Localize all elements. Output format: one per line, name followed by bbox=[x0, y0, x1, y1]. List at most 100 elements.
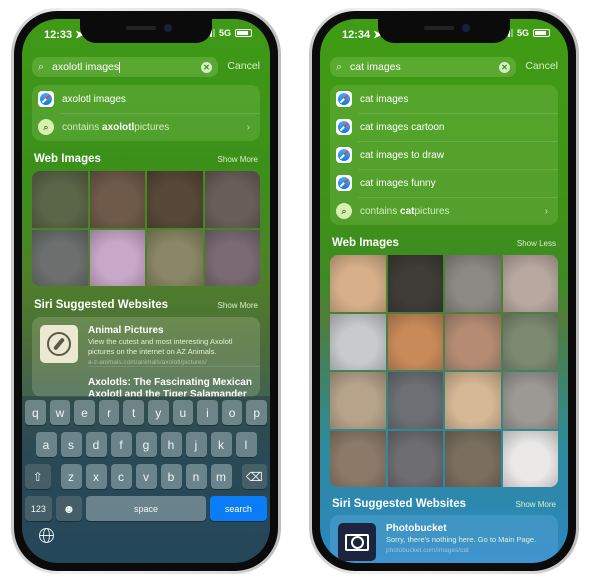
web-image-thumbnail[interactable] bbox=[387, 255, 443, 312]
safari-icon bbox=[336, 147, 352, 163]
suggestion-term: axolotl bbox=[102, 121, 135, 133]
web-image-thumbnail[interactable] bbox=[89, 171, 145, 228]
space-key[interactable]: space bbox=[86, 496, 206, 521]
suggestion-prefix: contains bbox=[62, 121, 100, 133]
key-h[interactable]: h bbox=[160, 432, 182, 457]
web-image-thumbnail[interactable] bbox=[89, 229, 145, 286]
show-more-websites-button[interactable]: Show More bbox=[516, 500, 556, 509]
cancel-button[interactable]: Cancel bbox=[525, 60, 558, 72]
cancel-button[interactable]: Cancel bbox=[227, 60, 260, 72]
web-image-thumbnail[interactable] bbox=[502, 372, 558, 429]
key-k[interactable]: k bbox=[210, 432, 232, 457]
phone-cat-search: 12:34 ➤ 5G ⌕ cat images ✕ Cancel cat ima… bbox=[309, 8, 579, 574]
web-image-thumbnail[interactable] bbox=[330, 313, 386, 370]
web-image-thumbnail[interactable] bbox=[204, 229, 260, 286]
key-z[interactable]: z bbox=[60, 464, 82, 489]
key-g[interactable]: g bbox=[135, 432, 157, 457]
suggestions-list: axolotl images ⌕ contains axolotl pictur… bbox=[32, 85, 260, 141]
web-image-thumbnail[interactable] bbox=[502, 313, 558, 370]
emoji-key[interactable]: ☻ bbox=[55, 496, 83, 521]
web-image-thumbnail[interactable] bbox=[147, 229, 203, 286]
key-u[interactable]: u bbox=[172, 400, 194, 425]
suggestion-item[interactable]: cat images bbox=[330, 85, 558, 113]
key-x[interactable]: x bbox=[85, 464, 107, 489]
key-r[interactable]: r bbox=[98, 400, 120, 425]
suggestion-text: cat images bbox=[360, 93, 409, 105]
notch bbox=[378, 19, 510, 43]
web-image-thumbnail[interactable] bbox=[330, 430, 386, 487]
globe-icon[interactable] bbox=[39, 528, 54, 543]
search-query: axolotl images bbox=[52, 61, 120, 73]
key-m[interactable]: m bbox=[210, 464, 232, 489]
key-y[interactable]: y bbox=[148, 400, 169, 425]
numbers-key[interactable]: 123 bbox=[25, 496, 52, 521]
key-l[interactable]: l bbox=[235, 432, 257, 457]
show-more-websites-button[interactable]: Show More bbox=[218, 301, 258, 310]
shift-key[interactable]: ⇧ bbox=[25, 464, 51, 489]
suggestion-item[interactable]: cat images cartoon bbox=[330, 113, 558, 141]
suggestion-contains[interactable]: ⌕ contains cat pictures › bbox=[330, 197, 558, 225]
key-w[interactable]: w bbox=[49, 400, 71, 425]
web-image-thumbnail[interactable] bbox=[387, 430, 443, 487]
key-p[interactable]: p bbox=[246, 400, 267, 425]
speaker bbox=[424, 26, 454, 30]
key-t[interactable]: t bbox=[123, 400, 144, 425]
search-icon: ⌕ bbox=[336, 60, 343, 73]
emoji-icon: ☻ bbox=[62, 501, 76, 516]
website-item[interactable]: Photobucket Sorry, there's nothing here.… bbox=[330, 515, 558, 561]
key-o[interactable]: o bbox=[221, 400, 243, 425]
search-field[interactable]: ⌕ axolotl images ✕ bbox=[32, 57, 218, 77]
spotlight-screen: 12:33 ➤ 5G ⌕ axolotl images ✕ Cancel axo… bbox=[22, 19, 270, 563]
web-image-thumbnail[interactable] bbox=[502, 430, 558, 487]
web-image-thumbnail[interactable] bbox=[387, 313, 443, 370]
key-s[interactable]: s bbox=[60, 432, 82, 457]
web-image-thumbnail[interactable] bbox=[502, 255, 558, 312]
key-c[interactable]: c bbox=[110, 464, 132, 489]
key-e[interactable]: e bbox=[74, 400, 95, 425]
network-type: 5G bbox=[516, 28, 529, 38]
web-image-thumbnail[interactable] bbox=[445, 372, 501, 429]
key-v[interactable]: v bbox=[135, 464, 157, 489]
spotlight-screen: 12:34 ➤ 5G ⌕ cat images ✕ Cancel cat ima… bbox=[320, 19, 568, 563]
suggestion-item[interactable]: cat images funny bbox=[330, 169, 558, 197]
keyboard-row-4: 123 ☻ space search bbox=[25, 496, 267, 521]
suggestion-item[interactable]: axolotl images bbox=[32, 85, 260, 113]
clear-search-button[interactable]: ✕ bbox=[499, 61, 510, 73]
search-query: cat images bbox=[350, 61, 401, 73]
web-image-thumbnail[interactable] bbox=[147, 171, 203, 228]
website-item[interactable]: Axolotls: The Fascinating Mexican Axolot… bbox=[88, 366, 260, 397]
web-images-header: Web Images Show More bbox=[34, 151, 258, 167]
website-title: Photobucket bbox=[386, 523, 447, 534]
search-icon: ⌕ bbox=[38, 60, 45, 73]
clear-search-button[interactable]: ✕ bbox=[201, 61, 212, 73]
show-less-images-button[interactable]: Show Less bbox=[517, 239, 556, 248]
delete-icon: ⌫ bbox=[245, 469, 263, 484]
web-image-thumbnail[interactable] bbox=[387, 372, 443, 429]
website-item[interactable]: Animal Pictures View the cutest and most… bbox=[32, 317, 260, 366]
web-image-thumbnail[interactable] bbox=[204, 171, 260, 228]
key-b[interactable]: b bbox=[160, 464, 182, 489]
web-image-thumbnail[interactable] bbox=[32, 229, 88, 286]
key-i[interactable]: i bbox=[197, 400, 218, 425]
web-image-thumbnail[interactable] bbox=[330, 372, 386, 429]
suggestion-term: cat bbox=[400, 205, 415, 217]
key-q[interactable]: q bbox=[25, 400, 46, 425]
web-images-grid bbox=[32, 171, 260, 286]
key-j[interactable]: j bbox=[185, 432, 207, 457]
key-a[interactable]: a bbox=[35, 432, 57, 457]
web-image-thumbnail[interactable] bbox=[330, 255, 386, 312]
web-image-thumbnail[interactable] bbox=[445, 313, 501, 370]
key-n[interactable]: n bbox=[185, 464, 207, 489]
web-image-thumbnail[interactable] bbox=[445, 255, 501, 312]
delete-key[interactable]: ⌫ bbox=[241, 464, 267, 489]
web-image-thumbnail[interactable] bbox=[445, 430, 501, 487]
search-key[interactable]: search bbox=[209, 496, 267, 521]
web-images-title: Web Images bbox=[332, 237, 399, 249]
web-image-thumbnail[interactable] bbox=[32, 171, 88, 228]
suggestion-contains[interactable]: ⌕ contains axolotl pictures › bbox=[32, 113, 260, 141]
suggestion-item[interactable]: cat images to draw bbox=[330, 141, 558, 169]
key-f[interactable]: f bbox=[110, 432, 132, 457]
search-field[interactable]: ⌕ cat images ✕ bbox=[330, 57, 516, 77]
key-d[interactable]: d bbox=[85, 432, 107, 457]
show-more-images-button[interactable]: Show More bbox=[218, 155, 258, 164]
